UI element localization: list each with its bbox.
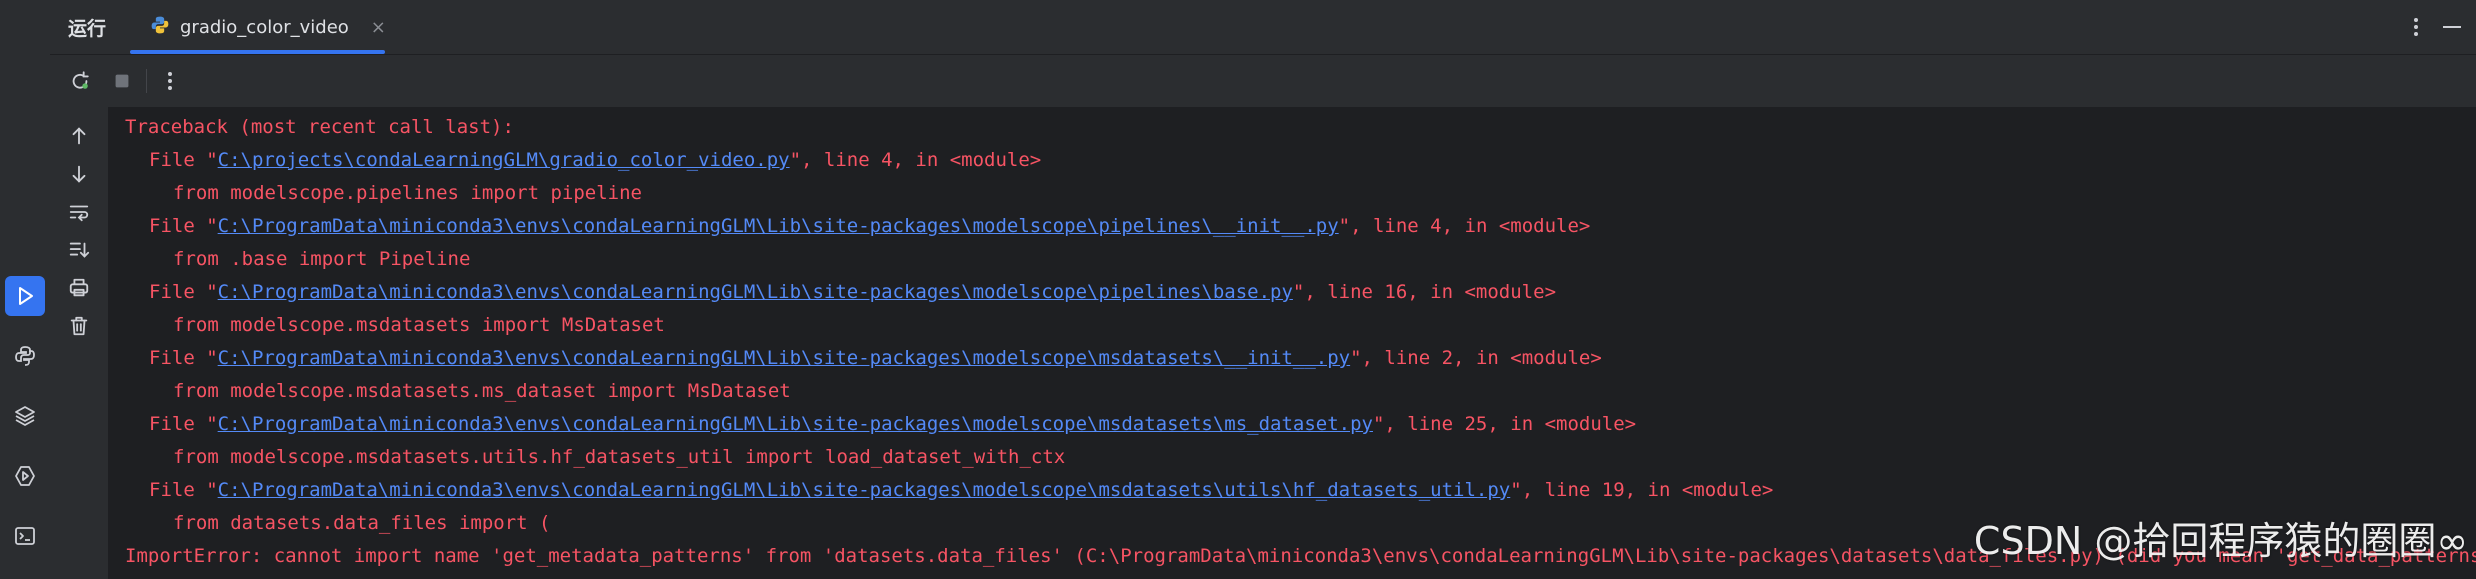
file-path-link[interactable]: C:\ProgramData\miniconda3\envs\condaLear… xyxy=(218,479,1511,501)
traceback-file-line: File "C:\ProgramData\miniconda3\envs\con… xyxy=(109,342,2476,375)
run-icon[interactable] xyxy=(5,276,45,316)
run-window-title: 运行 xyxy=(68,17,107,40)
services-icon[interactable] xyxy=(5,456,45,496)
tab-bar: 运行 gradio_color_video × xyxy=(50,0,2476,55)
tab-gradio-color-video[interactable]: gradio_color_video × xyxy=(130,0,386,54)
clear-all-icon[interactable] xyxy=(63,310,95,342)
file-path-link[interactable]: C:\ProgramData\miniconda3\envs\condaLear… xyxy=(218,215,1339,237)
console-text: ", line 16, in <module> xyxy=(1292,281,1557,303)
run-toolbar xyxy=(50,55,2476,107)
more-options-icon[interactable] xyxy=(2406,12,2426,42)
console-text: from datasets.data_files import ( xyxy=(173,512,551,534)
python-packages-icon[interactable] xyxy=(5,336,45,376)
console-text: File " xyxy=(149,413,218,435)
tab-label: gradio_color_video xyxy=(180,16,349,38)
activity-bar xyxy=(0,0,51,579)
scroll-up-icon[interactable] xyxy=(63,120,95,152)
active-tab-indicator xyxy=(130,50,385,54)
print-icon[interactable] xyxy=(63,272,95,304)
more-icon[interactable] xyxy=(154,65,186,97)
traceback-file-line: File "C:\ProgramData\miniconda3\envs\con… xyxy=(109,474,2476,507)
console-text: from modelscope.msdatasets import MsData… xyxy=(173,314,665,336)
console-line: from modelscope.msdatasets.utils.hf_data… xyxy=(109,441,2476,474)
console-text: from modelscope.msdatasets.ms_dataset im… xyxy=(173,380,791,402)
console-text: ", line 19, in <module> xyxy=(1510,479,1774,501)
console-text: File " xyxy=(149,281,218,303)
traceback-file-line: File "C:\ProgramData\miniconda3\envs\con… xyxy=(109,210,2476,243)
console-text: File " xyxy=(149,215,218,237)
console-line: from modelscope.msdatasets.ms_dataset im… xyxy=(109,375,2476,408)
run-tool-window: 运行 gradio_color_video × Traceback (most … xyxy=(0,0,2476,579)
file-path-link[interactable]: C:\ProgramData\miniconda3\envs\condaLear… xyxy=(218,347,1350,369)
layers-icon[interactable] xyxy=(5,396,45,436)
rerun-icon[interactable] xyxy=(64,65,96,97)
csdn-watermark: CSDN @拾回程序猿的圈圈∞ xyxy=(1973,519,2468,563)
terminal-icon[interactable] xyxy=(5,516,45,556)
scroll-down-icon[interactable] xyxy=(63,158,95,190)
close-icon[interactable]: × xyxy=(371,17,386,38)
console-line: from .base import Pipeline xyxy=(109,243,2476,276)
minimize-icon[interactable] xyxy=(2440,12,2464,42)
file-path-link[interactable]: C:\projects\condaLearningGLM\gradio_colo… xyxy=(218,149,790,171)
console-text: File " xyxy=(149,149,218,171)
traceback-file-line: File "C:\ProgramData\miniconda3\envs\con… xyxy=(109,276,2476,309)
console-text: Traceback (most recent call last): xyxy=(125,116,514,138)
traceback-file-line: File "C:\projects\condaLearningGLM\gradi… xyxy=(109,144,2476,177)
traceback-file-line: File "C:\ProgramData\miniconda3\envs\con… xyxy=(109,408,2476,441)
soft-wrap-icon[interactable] xyxy=(63,196,95,228)
toolbar-divider xyxy=(146,69,147,93)
scroll-to-end-icon[interactable] xyxy=(63,234,95,266)
console-line: Traceback (most recent call last): xyxy=(109,111,2476,144)
console-text: ", line 2, in <module> xyxy=(1350,347,1602,369)
console-line: from modelscope.msdatasets import MsData… xyxy=(109,309,2476,342)
python-file-icon xyxy=(150,15,170,39)
console-text: from modelscope.pipelines import pipelin… xyxy=(173,182,642,204)
console-text: ", line 4, in <module> xyxy=(789,149,1042,171)
console-text: from modelscope.msdatasets.utils.hf_data… xyxy=(173,446,1066,468)
console-text: File " xyxy=(149,479,218,501)
console-text: ", line 4, in <module> xyxy=(1338,215,1591,237)
console-text: ", line 25, in <module> xyxy=(1372,413,1637,435)
console-text: from .base import Pipeline xyxy=(173,248,471,270)
file-path-link[interactable]: C:\ProgramData\miniconda3\envs\condaLear… xyxy=(218,413,1373,435)
console-text: File " xyxy=(149,347,218,369)
stop-icon[interactable] xyxy=(106,65,138,97)
file-path-link[interactable]: C:\ProgramData\miniconda3\envs\condaLear… xyxy=(218,281,1293,303)
console-side-toolbar xyxy=(50,107,109,579)
console-line: from modelscope.pipelines import pipelin… xyxy=(109,177,2476,210)
console-output[interactable]: Traceback (most recent call last): File "… xyxy=(109,107,2476,579)
